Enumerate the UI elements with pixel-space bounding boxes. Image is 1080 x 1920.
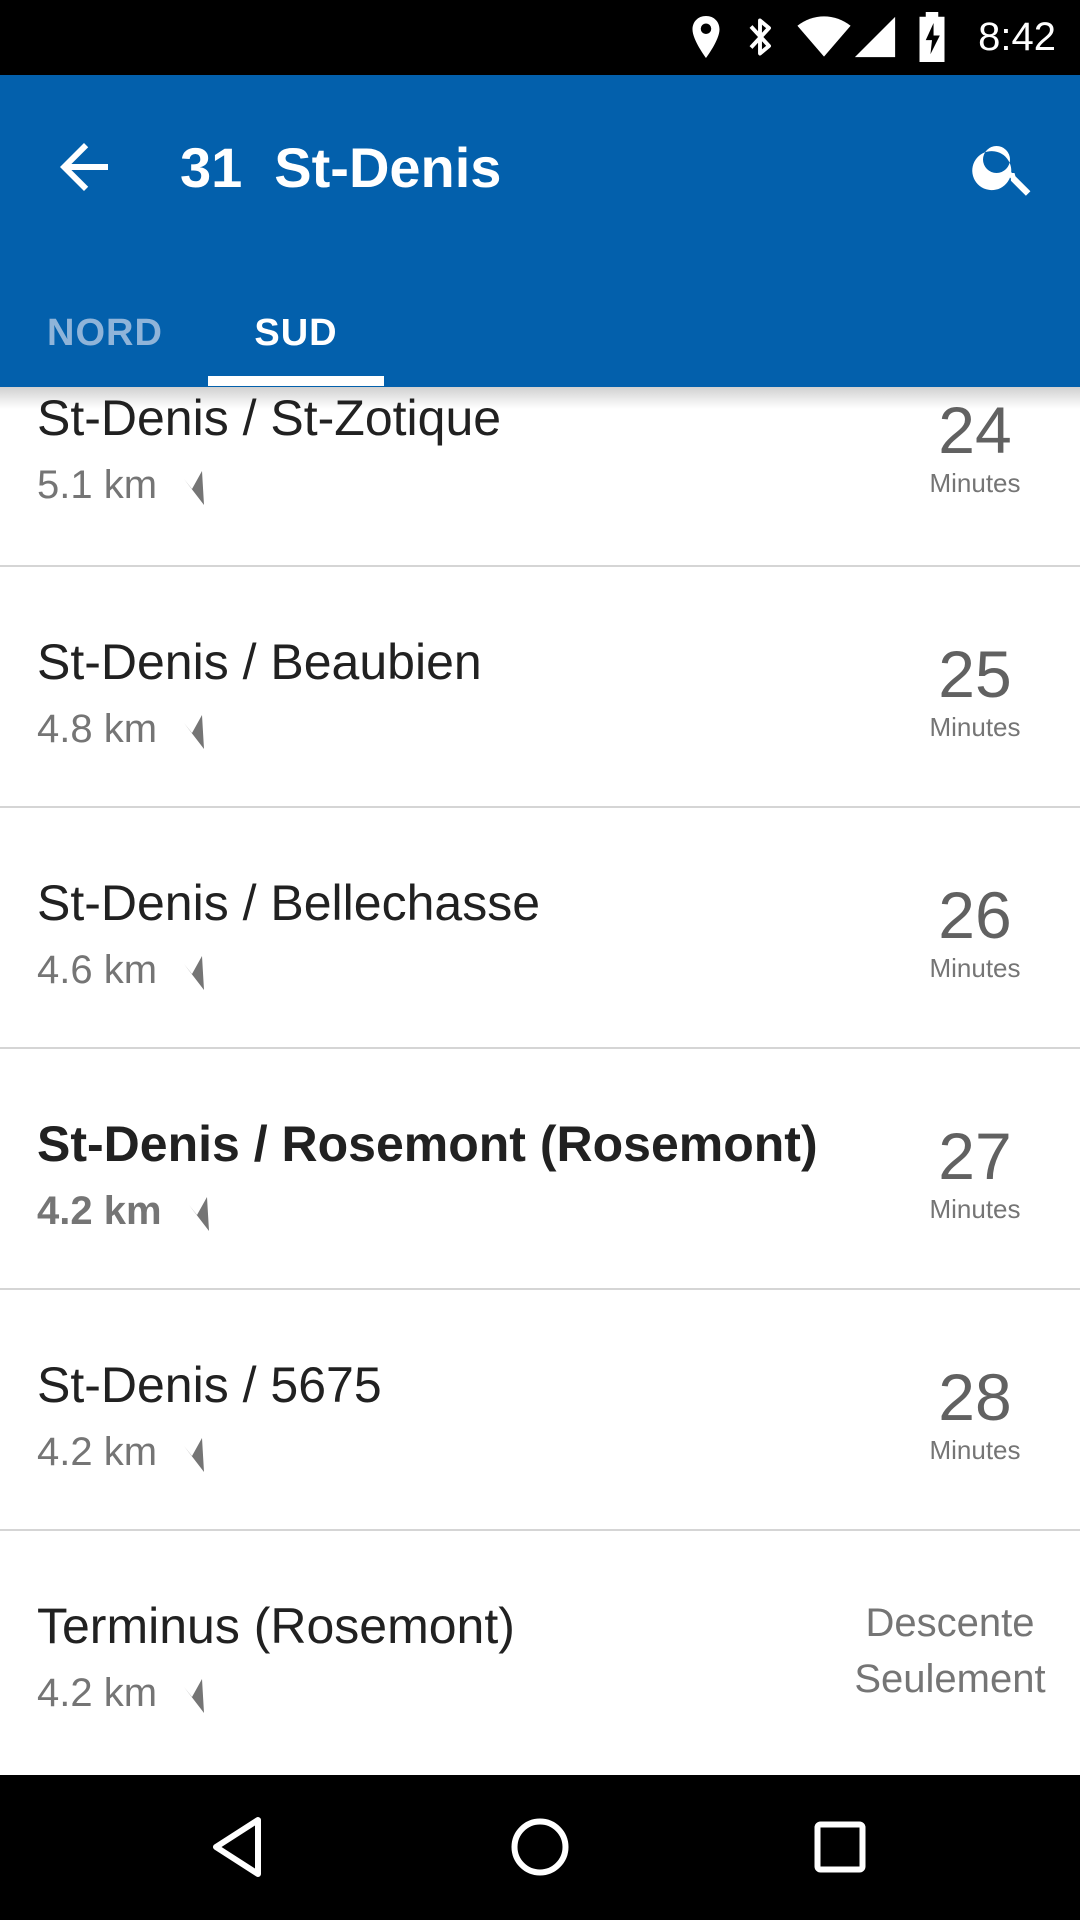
list-item[interactable]: St-Denis / St-Zotique 5.1 km 24 Minutes	[0, 387, 1080, 567]
bluetooth-icon	[749, 18, 771, 56]
distance-value: 5.1 km	[37, 463, 158, 507]
page-title: 31 St-Denis	[180, 123, 501, 213]
direction-arrow-icon	[188, 1197, 209, 1232]
eta: 25 Minutes	[910, 639, 1040, 745]
list-item[interactable]: St-Denis / Rosemont (Rosemont) 4.2 km 27…	[0, 1049, 1080, 1290]
distance-value: 4.2 km	[37, 1671, 158, 1715]
eta-unit: Minutes	[929, 1435, 1021, 1465]
eta-value: 27	[938, 1119, 1012, 1193]
direction-arrow-icon	[184, 715, 205, 750]
distance-value: 4.6 km	[37, 948, 158, 992]
search-icon[interactable]	[968, 131, 1040, 203]
arrow-back-icon[interactable]	[48, 131, 120, 203]
recents-square-icon[interactable]	[804, 1811, 876, 1883]
stop-distance: 4.2 km	[37, 1189, 213, 1234]
app-bar: 31 St-Denis NORD SUD	[0, 75, 1080, 387]
stop-distance: 4.2 km	[37, 1671, 208, 1716]
stop-distance: 4.6 km	[37, 948, 208, 993]
eta: 27 Minutes	[910, 1121, 1040, 1227]
list-item[interactable]: St-Denis / 5675 4.2 km 28 Minutes	[0, 1290, 1080, 1531]
eta: 28 Minutes	[910, 1362, 1040, 1468]
eta-unit: Minutes	[929, 1194, 1021, 1224]
eta-unit: Minutes	[929, 953, 1021, 983]
stop-distance: 4.8 km	[37, 707, 208, 752]
system-nav-bar	[0, 1775, 1080, 1920]
eta-value: 28	[938, 1360, 1012, 1434]
stop-name: St-Denis / 5675	[37, 1357, 382, 1413]
location-icon	[692, 16, 720, 58]
eta-unit: Minutes	[929, 712, 1021, 742]
route-number: 31	[180, 136, 243, 199]
eta-value: 26	[938, 878, 1012, 952]
list-item[interactable]: St-Denis / Bellechasse 4.6 km 26 Minutes	[0, 808, 1080, 1049]
eta: 26 Minutes	[910, 880, 1040, 986]
stop-name: St-Denis / St-Zotique	[37, 390, 502, 446]
direction-arrow-icon	[184, 471, 205, 506]
home-circle-icon[interactable]	[504, 1811, 576, 1883]
eta: 24 Minutes	[910, 395, 1040, 501]
status-bar: 8:42	[0, 0, 1080, 75]
stop-name: Terminus (Rosemont)	[37, 1598, 515, 1654]
stop-name: St-Denis / Rosemont (Rosemont)	[37, 1116, 818, 1172]
distance-value: 4.8 km	[37, 707, 158, 751]
route-name: St-Denis	[274, 136, 502, 199]
eta-drop-off-only: Descente Seulement	[850, 1595, 1050, 1707]
status-time: 8:42	[978, 15, 1056, 59]
stop-name: St-Denis / Bellechasse	[37, 875, 541, 931]
stop-list[interactable]: St-Denis / St-Zotique 5.1 km 24 Minutes …	[0, 387, 1080, 1775]
direction-tabs: NORD SUD	[0, 280, 1080, 387]
battery-charging-icon	[919, 12, 945, 62]
stop-name: St-Denis / Beaubien	[37, 634, 482, 690]
direction-arrow-icon	[184, 956, 205, 991]
eta-value: 25	[938, 637, 1012, 711]
direction-arrow-icon	[184, 1438, 205, 1473]
distance-value: 4.2 km	[37, 1430, 158, 1474]
cell-signal-icon	[854, 16, 896, 58]
tab-sud[interactable]: SUD	[208, 280, 384, 387]
back-triangle-icon[interactable]	[204, 1811, 276, 1883]
distance-value: 4.2 km	[37, 1189, 162, 1233]
stop-distance: 5.1 km	[37, 463, 208, 508]
wifi-icon	[797, 16, 851, 57]
eta-value: 24	[938, 393, 1012, 467]
eta-line-2: Seulement	[854, 1657, 1046, 1701]
list-item[interactable]: St-Denis / Beaubien 4.8 km 25 Minutes	[0, 567, 1080, 808]
eta-line-1: Descente	[865, 1601, 1035, 1645]
stop-distance: 4.2 km	[37, 1430, 208, 1475]
eta-unit: Minutes	[929, 468, 1021, 498]
list-item[interactable]: Terminus (Rosemont) 4.2 km Descente Seul…	[0, 1531, 1080, 1772]
tab-nord[interactable]: NORD	[20, 280, 190, 387]
tab-indicator	[208, 376, 384, 386]
direction-arrow-icon	[184, 1679, 205, 1714]
